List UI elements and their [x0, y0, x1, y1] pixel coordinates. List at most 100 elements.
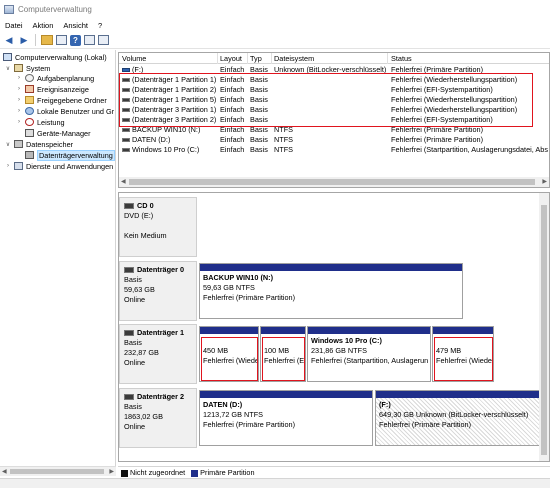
column-header-typ[interactable]: Typ — [250, 54, 262, 63]
table-cell-text: Windows 10 Pro (C:) — [132, 145, 200, 154]
partition-bar — [200, 264, 462, 271]
scrollbar-thumb[interactable] — [10, 469, 104, 474]
menu-ansicht[interactable]: Ansicht — [63, 21, 88, 30]
highlight-box — [434, 337, 493, 381]
column-header-layout[interactable]: Layout — [220, 54, 242, 63]
help-icon[interactable]: ? — [70, 34, 81, 46]
chevron-right-icon[interactable]: › — [16, 97, 22, 103]
table-cell: DATEN (D:) — [122, 135, 217, 145]
column-header-volume[interactable]: Volume — [122, 54, 146, 63]
partition-bar — [376, 391, 540, 398]
cd-drive-icon — [124, 203, 134, 209]
tree-item-leistung[interactable]: › Leistung — [16, 117, 65, 127]
disk-info-1[interactable]: Datenträger 1 Basis 232,87 GB Online — [119, 324, 197, 384]
menu-aktion[interactable]: Aktion — [33, 21, 54, 30]
partition-daten[interactable]: DATEN (D:) 1213,72 GB NTFS Fehlerfrei (P… — [199, 390, 373, 446]
partition-windows-10-pro[interactable]: Windows 10 Pro (C:) 231,86 GB NTFS Fehle… — [307, 326, 431, 382]
storage-icon — [14, 140, 23, 148]
table-cell-text: Basis — [250, 145, 268, 154]
table-cell: Fehlerfrei (Primäre Partition) — [391, 135, 549, 145]
status-bar — [0, 478, 550, 488]
chevron-right-icon[interactable]: › — [5, 163, 11, 169]
table-cell: Einfach — [220, 145, 248, 155]
tree-horizontal-scrollbar[interactable]: ◀ ▶ — [0, 466, 116, 476]
tree-item-datenspeicher[interactable]: ∨ Datenspeicher — [5, 139, 73, 149]
tree-item-lokale-benutzer[interactable]: › Lokale Benutzer und Gr — [16, 106, 114, 116]
tree-item-aufgabenplanung[interactable]: › Aufgabenplanung — [16, 73, 94, 83]
tree-item-geraete-manager[interactable]: Geräte-Manager — [25, 128, 91, 138]
disk-management-icon — [25, 151, 34, 159]
performance-icon — [25, 118, 34, 126]
table-cell-text: DATEN (D:) — [132, 135, 171, 144]
panel-icon[interactable] — [98, 35, 109, 45]
chevron-down-icon[interactable]: ∨ — [5, 65, 11, 72]
table-cell-text: Basis — [250, 135, 268, 144]
disk-view-vertical-scrollbar[interactable] — [539, 193, 549, 461]
scroll-right-icon[interactable]: ▶ — [109, 468, 114, 475]
disk-icon — [124, 267, 134, 273]
partition-f-bitlocker[interactable]: (F:) 649,30 GB Unknown (BitLocker-versch… — [375, 390, 541, 446]
table-cell: NTFS — [274, 145, 386, 155]
properties-icon[interactable] — [56, 35, 67, 45]
table-cell-text: Fehlerfrei (Startpartition, Auslagerungs… — [391, 145, 548, 154]
disk-info-0[interactable]: Datenträger 0 Basis 59,63 GB Online — [119, 261, 197, 321]
users-icon — [25, 107, 34, 115]
scrollbar-thumb[interactable] — [129, 179, 535, 185]
chevron-down-icon[interactable]: ∨ — [5, 141, 11, 148]
tree-item-datentraegerverwaltung[interactable]: Datenträgerverwaltung — [25, 149, 115, 161]
clock-icon — [25, 74, 34, 82]
disk-graphical-view: CD 0 DVD (E:) Kein Medium Datenträger 0 … — [118, 192, 550, 462]
chevron-right-icon[interactable]: › — [16, 108, 22, 114]
column-header-status[interactable]: Status — [391, 54, 412, 63]
partition-disk1-p1[interactable]: 450 MB Fehlerfrei (Wiede — [199, 326, 259, 382]
shared-folder-icon — [25, 96, 34, 104]
tree-item-system[interactable]: ∨ System — [5, 63, 51, 73]
folder-up-icon[interactable] — [41, 35, 53, 45]
table-row[interactable]: Windows 10 Pro (C:) Einfach Basis NTFS Fehle… — [119, 145, 549, 155]
column-divider[interactable] — [271, 53, 272, 64]
swatch-primary — [191, 469, 199, 477]
partition-bar — [433, 327, 493, 334]
scrollbar-thumb[interactable] — [541, 205, 547, 455]
volume-list-header: Volume Layout Typ Dateisystem Status — [119, 53, 549, 64]
partition-bar — [308, 327, 430, 334]
scroll-right-icon[interactable]: ▶ — [542, 178, 547, 185]
chevron-right-icon[interactable]: › — [16, 75, 22, 81]
menu-datei[interactable]: Datei — [5, 21, 23, 30]
scroll-left-icon[interactable]: ◀ — [121, 178, 126, 185]
table-cell: Windows 10 Pro (C:) — [122, 145, 217, 155]
partition-bar — [200, 327, 258, 334]
column-header-dateisystem[interactable]: Dateisystem — [274, 54, 314, 63]
table-cell: Basis — [250, 135, 272, 145]
highlight-box — [201, 337, 258, 381]
table-cell: NTFS — [274, 135, 386, 145]
table-row[interactable]: DATEN (D:) Einfach Basis NTFS Fehlerfrei (Pr… — [119, 135, 549, 145]
tree-item-ereignisanzeige[interactable]: › Ereignisanzeige — [16, 84, 89, 94]
computer-icon — [3, 53, 12, 61]
back-icon[interactable]: ◀ — [3, 34, 15, 46]
computer-management-icon — [4, 4, 14, 14]
disk-info-2[interactable]: Datenträger 2 Basis 1863,02 GB Online — [119, 388, 197, 448]
console-icon[interactable] — [84, 35, 95, 45]
chevron-right-icon[interactable]: › — [16, 119, 22, 125]
partition-disk1-p5[interactable]: 479 MB Fehlerfrei (Wiede — [432, 326, 494, 382]
table-cell: Einfach — [220, 135, 248, 145]
volume-list-horizontal-scrollbar[interactable]: ◀ ▶ — [119, 177, 549, 187]
column-divider[interactable] — [217, 53, 218, 64]
column-divider[interactable] — [247, 53, 248, 64]
table-cell-text: Einfach — [220, 135, 245, 144]
scroll-left-icon[interactable]: ◀ — [2, 468, 7, 475]
tree-item-dienste[interactable]: › Dienste und Anwendungen — [5, 161, 113, 171]
disk-info-cd0[interactable]: CD 0 DVD (E:) Kein Medium — [119, 197, 197, 257]
toolbar: ◀ ▶ ? — [0, 32, 550, 49]
navigation-tree: Computerverwaltung (Lokal) ∨ System › Au… — [0, 50, 116, 466]
tree-item-freigegebene-ordner[interactable]: › Freigegebene Ordner — [16, 95, 107, 105]
forward-icon[interactable]: ▶ — [18, 34, 30, 46]
menu-help[interactable]: ? — [98, 21, 102, 30]
tree-item-root[interactable]: Computerverwaltung (Lokal) — [3, 52, 107, 62]
partition-disk1-p2[interactable]: 100 MB Fehlerfrei (E — [260, 326, 306, 382]
partition-backup-win10[interactable]: BACKUP WIN10 (N:) 59,63 GB NTFS Fehlerfr… — [199, 263, 463, 319]
column-divider[interactable] — [387, 53, 388, 64]
highlight-box — [119, 73, 533, 127]
chevron-right-icon[interactable]: › — [16, 86, 22, 92]
